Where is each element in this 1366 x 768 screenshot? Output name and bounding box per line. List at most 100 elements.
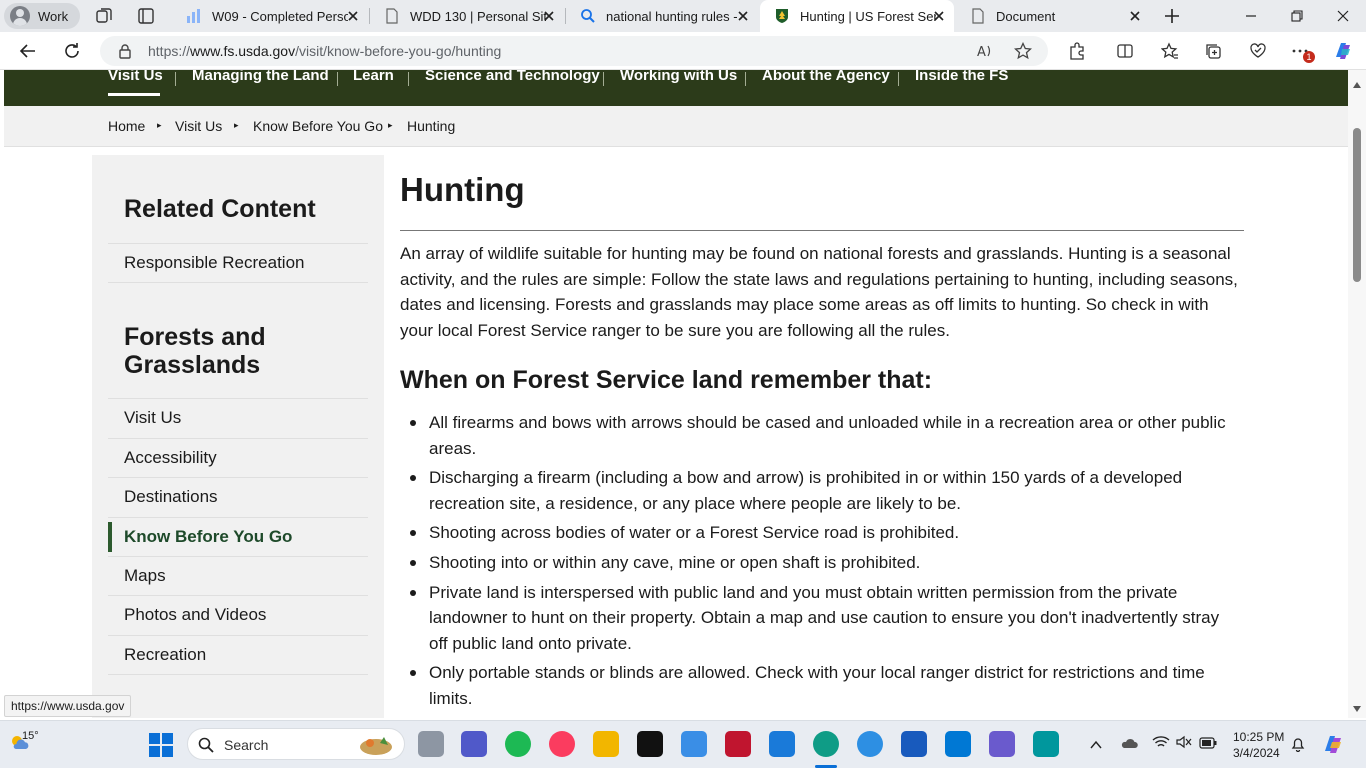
sidebar-item-recreation[interactable]: Recreation (108, 635, 368, 675)
nav-divider (745, 72, 746, 86)
nav-working-with-us[interactable]: Working with Us (620, 70, 737, 84)
folder-app-icon[interactable] (593, 731, 619, 757)
nav-about-the-agency[interactable]: About the Agency (762, 70, 890, 84)
favorites-icon[interactable] (1158, 39, 1182, 63)
breadcrumb-visit-us[interactable]: Visit Us (175, 118, 222, 134)
forest-service-shield-icon (774, 8, 790, 24)
chevron-up-icon[interactable] (1090, 737, 1102, 755)
close-icon[interactable] (736, 9, 750, 23)
store-app-icon[interactable] (681, 731, 707, 757)
copilot-icon[interactable] (1331, 39, 1355, 63)
apple-tv-app-icon[interactable] (637, 731, 663, 757)
settings-more-icon[interactable]: 1 (1288, 39, 1315, 63)
scrollbar-thumb[interactable] (1353, 128, 1361, 282)
favorite-star-icon[interactable] (1013, 41, 1033, 65)
close-icon[interactable] (346, 9, 360, 23)
lock-icon[interactable] (118, 43, 132, 64)
onedrive-icon[interactable] (1120, 736, 1138, 754)
intro-paragraph: An array of wildlife suitable for huntin… (400, 244, 1238, 340)
web-page: Visit Us Managing the Land Learn Science… (4, 70, 1348, 718)
sidebar-item-visit-us[interactable]: Visit Us (108, 398, 368, 438)
taskbar-search[interactable]: Search (187, 728, 405, 760)
scroll-down-arrow-icon[interactable] (1352, 700, 1362, 718)
nav-science-and-technology[interactable]: Science and Technology (425, 70, 600, 84)
scroll-up-arrow-icon[interactable] (1352, 76, 1362, 94)
close-window-button[interactable] (1320, 0, 1366, 32)
breadcrumb-home[interactable]: Home (108, 118, 145, 134)
status-bar-url: https://www.usda.gov (4, 695, 132, 717)
breadcrumb-separator-icon: ▸ (234, 120, 239, 130)
nav-managing-the-land[interactable]: Managing the Land (192, 70, 329, 84)
close-icon[interactable] (932, 9, 946, 23)
tab-1[interactable]: W09 - Completed Person (172, 0, 368, 32)
edge-app-icon[interactable] (813, 731, 839, 757)
address-bar[interactable]: https://www.fs.usda.gov/visit/know-befor… (100, 36, 1048, 66)
restore-button[interactable] (1274, 0, 1320, 32)
volume-muted-icon[interactable] (1176, 735, 1192, 754)
music-app-icon[interactable] (549, 731, 575, 757)
nav-divider (898, 72, 899, 86)
search-placeholder: Search (224, 737, 269, 753)
notification-bell-icon[interactable] (1290, 736, 1306, 757)
document-icon (970, 8, 986, 24)
nav-visit-us[interactable]: Visit Us (108, 70, 163, 84)
url-scheme: https:// (148, 43, 191, 59)
nav-divider (175, 72, 176, 86)
windows-start-icon[interactable] (148, 732, 174, 758)
sidebar-item-label: Responsible Recreation (124, 253, 305, 272)
file-explorer-app-icon[interactable] (418, 731, 444, 757)
minimize-button[interactable] (1228, 0, 1274, 32)
arduino-app-icon[interactable] (1033, 731, 1059, 757)
sidebar-item-know-before-you-go[interactable]: Know Before You Go (108, 517, 368, 557)
spotify-app-icon[interactable] (505, 731, 531, 757)
weather-temp: 15° (22, 730, 39, 742)
sidebar-item-photos-and-videos[interactable]: Photos and Videos (108, 595, 368, 635)
help-app-icon[interactable] (857, 731, 883, 757)
avatar (10, 6, 30, 26)
visual-studio-app-icon[interactable] (989, 731, 1015, 757)
sidebar-item-maps[interactable]: Maps (108, 556, 368, 596)
copilot-taskbar-icon[interactable] (1322, 733, 1346, 760)
nav-inside-the-fs[interactable]: Inside the FS (915, 70, 1008, 84)
list-item: Shooting across bodies of water or a For… (410, 520, 1239, 546)
word-app-icon[interactable] (901, 731, 927, 757)
browser-essentials-icon[interactable] (1246, 39, 1270, 63)
tab-3[interactable]: national hunting rules - S (566, 0, 758, 32)
wifi-icon[interactable] (1152, 735, 1170, 754)
mcafee-app-icon[interactable] (725, 731, 751, 757)
notification-badge: 1 (1303, 51, 1315, 63)
refresh-icon[interactable] (60, 39, 84, 63)
collections-icon[interactable] (1202, 39, 1226, 63)
tab-actions-icon[interactable] (136, 6, 156, 26)
clock-date[interactable]: 3/4/2024 (1233, 746, 1280, 760)
myhp-app-icon[interactable] (769, 731, 795, 757)
profile-button[interactable]: Work (4, 3, 80, 29)
page-scrollbar[interactable] (1348, 70, 1366, 718)
new-tab-icon[interactable] (1162, 6, 1182, 26)
search-highlight-icon (354, 733, 396, 762)
extensions-icon[interactable] (1065, 39, 1089, 63)
tab-5[interactable]: Document (956, 0, 1150, 32)
back-icon[interactable] (16, 39, 40, 63)
breadcrumb-separator-icon: ▸ (157, 120, 162, 130)
sidebar-item-responsible-recreation[interactable]: Responsible Recreation (108, 243, 368, 283)
sidebar-item-accessibility[interactable]: Accessibility (108, 438, 368, 478)
battery-icon[interactable] (1199, 736, 1217, 754)
tab-4-active[interactable]: Hunting | US Forest Serv (760, 0, 954, 32)
tab-title: Document (996, 8, 1056, 24)
page-title: Hunting (400, 171, 525, 208)
teams-app-icon[interactable] (461, 731, 487, 757)
vscode-app-icon[interactable] (945, 731, 971, 757)
nav-learn[interactable]: Learn (353, 70, 394, 84)
workspaces-icon[interactable] (94, 6, 114, 26)
read-aloud-icon[interactable]: A (976, 42, 994, 65)
split-screen-icon[interactable] (1113, 39, 1137, 63)
close-icon[interactable] (542, 9, 556, 23)
sidebar-item-destinations[interactable]: Destinations (108, 477, 368, 517)
close-icon[interactable] (1128, 9, 1142, 23)
breadcrumb-know-before-you-go[interactable]: Know Before You Go (253, 118, 383, 134)
clock-time[interactable]: 10:25 PM (1233, 730, 1284, 744)
tab-2[interactable]: WDD 130 | Personal Site (370, 0, 564, 32)
nav-divider (337, 72, 338, 86)
breadcrumb: Home ▸ Visit Us ▸ Know Before You Go ▸ H… (4, 106, 1348, 147)
